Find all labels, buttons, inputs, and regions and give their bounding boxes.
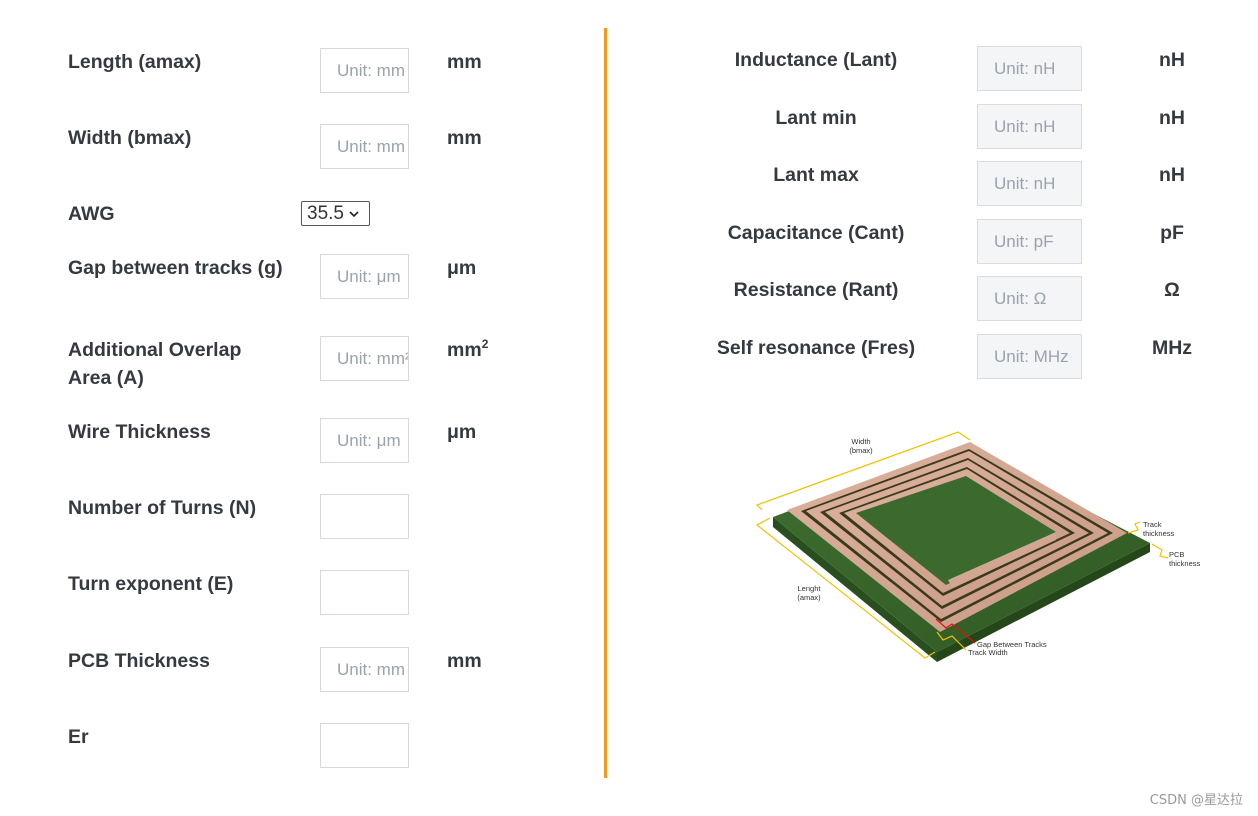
self-resonance-label: Self resonance (Fres) [716,337,916,359]
lant-min-output[interactable] [977,104,1082,149]
capacitance-output[interactable] [977,219,1082,264]
inductance-unit: nH [1159,49,1185,71]
overlap-area-input[interactable] [320,336,409,381]
length-input[interactable] [320,48,409,93]
track-thickness-label-1: Track [1143,520,1162,529]
width-label: Width (bmax) [68,127,192,149]
capacitance-label: Capacitance (Cant) [727,222,905,244]
wire-thickness-unit: μm [447,421,477,443]
length-dim-label-1: Lenght [798,584,822,593]
turns-input[interactable] [320,494,409,539]
gap-input[interactable] [320,254,409,299]
pcb-thickness-label-1: PCB [1169,550,1184,559]
er-input[interactable] [320,723,409,768]
awg-select[interactable]: 35.5 [301,201,370,226]
overlap-area-unit: mm2 [447,337,489,361]
lant-min-label: Lant min [775,107,857,129]
inductance-label: Inductance (Lant) [734,49,898,71]
track-thickness-label-2: thickness [1143,529,1175,538]
width-input[interactable] [320,124,409,169]
length-unit: mm [447,51,482,73]
gap-label: Gap between tracks (g) [68,257,283,279]
track-thickness-marker [1127,521,1141,534]
width-dim-label-2: (bmax) [849,446,873,455]
awg-selected-value: 35.5 [307,202,344,224]
gap-unit: μm [447,257,477,279]
resistance-label: Resistance (Rant) [733,279,899,301]
resistance-output[interactable] [977,276,1082,321]
length-label: Length (amax) [68,51,202,73]
lant-max-output[interactable] [977,161,1082,206]
self-resonance-output[interactable] [977,334,1082,379]
pcb-thickness-label-2: thickness [1169,559,1201,568]
lant-max-label: Lant max [773,164,859,186]
panel-divider [604,28,607,778]
turns-label: Number of Turns (N) [68,497,257,519]
wire-thickness-input[interactable] [320,418,409,463]
overlap-area-label: Additional Overlap Area (A) [68,339,242,389]
turn-exponent-input[interactable] [320,570,409,615]
chevron-down-icon [349,210,359,217]
length-dim-label-2: (amax) [797,593,821,602]
resistance-unit: Ω [1164,279,1180,301]
watermark: CSDN @星达拉 [1149,793,1243,808]
track-width-label: Track Width [968,648,1008,657]
er-label: Er [68,726,89,748]
pcb-thickness-input[interactable] [320,647,409,692]
lant-min-unit: nH [1159,107,1185,129]
width-dim-label-1: Width [851,437,870,446]
awg-label: AWG [68,203,115,225]
pcb-antenna-diagram: Width (bmax) Lenght (amax) Track thickne… [755,431,1201,662]
turn-exponent-label: Turn exponent (E) [68,573,234,595]
wire-thickness-label: Wire Thickness [68,421,211,443]
pcb-thickness-marker [1151,543,1169,559]
lant-max-unit: nH [1159,164,1185,186]
pcb-thickness-label: PCB Thickness [68,650,210,672]
pcb-thickness-unit: mm [447,650,482,672]
inductance-output[interactable] [977,46,1082,91]
width-unit: mm [447,127,482,149]
self-resonance-unit: MHz [1151,337,1193,359]
capacitance-unit: pF [1160,222,1184,244]
